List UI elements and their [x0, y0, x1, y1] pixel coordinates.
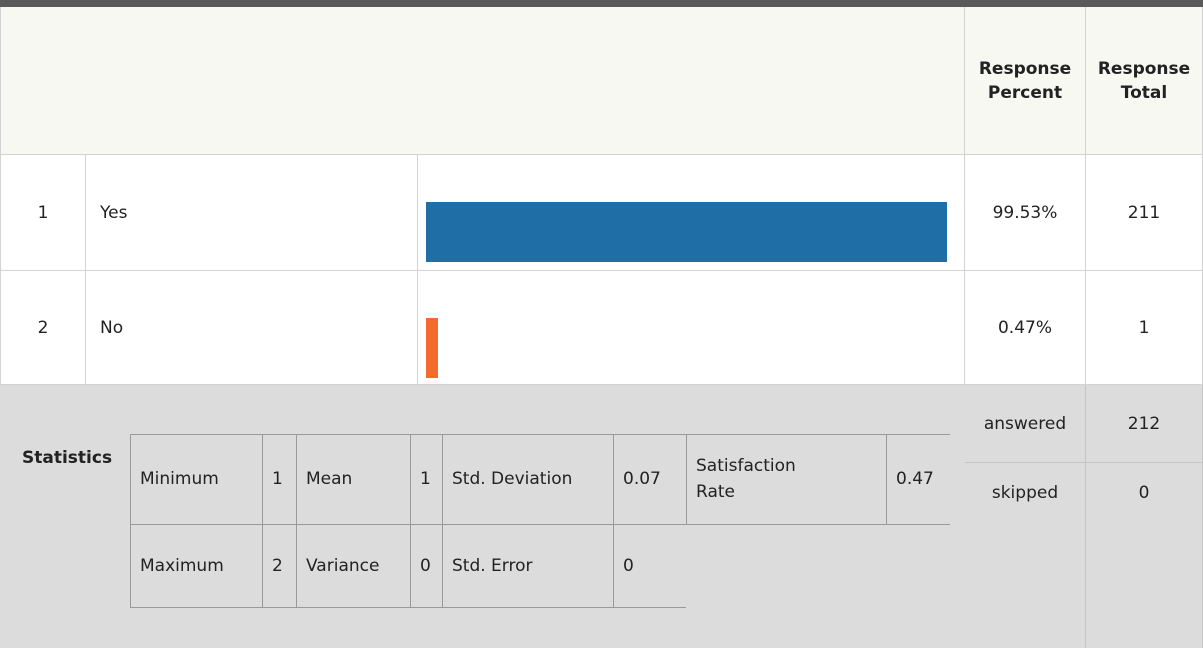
row-2-bar [426, 318, 438, 378]
row-1-percent: 99.53% [965, 155, 1086, 271]
row-1-total: 211 [1086, 155, 1203, 271]
statistics-label: Statistics [22, 448, 113, 468]
stat-std-deviation-value: 0.07 [623, 469, 661, 489]
header-response-percent-cell: Response Percent [965, 7, 1086, 155]
answered-label: answered [965, 385, 1086, 463]
row-1-label: Yes [86, 155, 418, 271]
stat-maximum-label: Maximum [140, 555, 224, 576]
header-response-total: Response Total [1097, 58, 1191, 103]
stat-std-error-value: 0 [623, 555, 634, 576]
stat-minimum-value: 1 [272, 469, 283, 489]
answered-value: 212 [1086, 385, 1203, 463]
row-2-bar-cell [418, 271, 965, 385]
row-2-label: No [86, 271, 418, 385]
stat-variance-value: 0 [420, 555, 431, 576]
stat-std-error-label: Std. Error [452, 555, 533, 576]
row-2-number: 2 [0, 271, 86, 385]
stat-minimum-label: Minimum [140, 469, 219, 489]
header-blank-cell [0, 7, 965, 155]
row-2-total: 1 [1086, 271, 1203, 385]
stat-satisfaction-rate-label: Satisfaction Rate [696, 456, 796, 502]
header-response-total-cell: Response Total [1086, 7, 1203, 155]
stat-mean-label: Mean [306, 469, 353, 489]
header-response-percent: Response Percent [978, 58, 1072, 103]
stats-bottom-line [130, 607, 686, 608]
row-1-number: 1 [0, 155, 86, 271]
stat-mean-value: 1 [420, 469, 431, 489]
row-1-bar [426, 202, 947, 262]
row-2-percent: 0.47% [965, 271, 1086, 385]
stat-maximum-value: 2 [272, 555, 283, 576]
top-bar [0, 0, 1203, 7]
stat-variance-label: Variance [306, 555, 380, 576]
skipped-value: 0 [1086, 463, 1203, 648]
skipped-label: skipped [965, 463, 1086, 648]
stat-std-deviation-label: Std. Deviation [452, 469, 573, 489]
row-1-bar-cell [418, 155, 965, 271]
stat-satisfaction-rate-value: 0.47 [896, 469, 934, 489]
